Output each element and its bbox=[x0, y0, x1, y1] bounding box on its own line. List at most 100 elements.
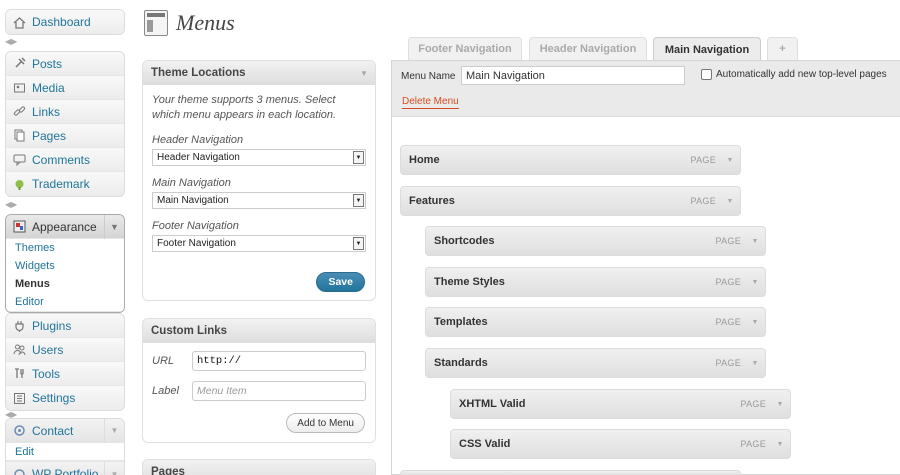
sidebar-item-appearance[interactable]: Appearance ▼ bbox=[6, 215, 124, 239]
tab-header-navigation[interactable]: Header Navigation bbox=[529, 37, 647, 60]
sidebar-item-users[interactable]: Users bbox=[6, 338, 124, 362]
menu-item-features[interactable]: Features PAGE ▼ bbox=[400, 186, 741, 216]
menu-item-title: Home bbox=[409, 154, 440, 166]
menu-item-type: PAGE bbox=[690, 196, 716, 206]
users-icon bbox=[12, 343, 26, 357]
menu-item-title: Standards bbox=[434, 357, 488, 369]
comment-icon bbox=[12, 153, 26, 167]
chevron-down-icon[interactable]: ▼ bbox=[353, 61, 375, 85]
submenu-item-themes[interactable]: Themes bbox=[6, 239, 124, 257]
submenu-item-editor[interactable]: Editor bbox=[6, 293, 124, 311]
save-button[interactable]: Save bbox=[316, 272, 365, 292]
trademark-icon bbox=[12, 177, 26, 191]
label-label: Label bbox=[152, 385, 179, 397]
menu-name-label: Menu Name bbox=[401, 71, 456, 82]
sidebar-item-label: Pages bbox=[32, 128, 67, 143]
chevron-down-icon[interactable]: ▼ bbox=[745, 227, 765, 255]
chevron-down-icon[interactable]: ▼ bbox=[353, 151, 364, 164]
menu-item-title: Theme Styles bbox=[434, 276, 505, 288]
chevron-down-icon[interactable]: ▼ bbox=[745, 308, 765, 336]
tab-footer-navigation[interactable]: Footer Navigation bbox=[408, 37, 522, 60]
delete-menu-link[interactable]: Delete Menu bbox=[402, 96, 459, 109]
sidebar-item-label: Trademark bbox=[32, 177, 90, 191]
select-value: Footer Navigation bbox=[157, 238, 236, 249]
sidebar-item-links[interactable]: Links bbox=[6, 100, 124, 124]
sidebar-item-tools[interactable]: Tools bbox=[6, 362, 124, 386]
chevron-down-icon[interactable]: ▼ bbox=[745, 268, 765, 296]
theme-locations-body: Your theme supports 3 menus. Select whic… bbox=[143, 85, 375, 260]
sidebar-item-trademark[interactable]: Trademark bbox=[6, 172, 124, 196]
box-title: Custom Links bbox=[151, 324, 228, 337]
chevron-down-icon[interactable]: ▼ bbox=[104, 462, 124, 475]
nav-group-dashboard: Dashboard bbox=[5, 9, 125, 35]
menu-item-type: PAGE bbox=[715, 317, 741, 327]
location-label-main: Main Navigation bbox=[152, 177, 231, 189]
nav-group-appearance: Appearance ▼ Themes Widgets Menus Editor bbox=[5, 214, 125, 313]
sidebar-item-wp-portfolio[interactable]: WP Portfolio ▼ bbox=[6, 462, 124, 475]
auto-add-option[interactable]: Automatically add new top-level pages bbox=[701, 69, 887, 80]
submenu-item-widgets[interactable]: Widgets bbox=[6, 257, 124, 275]
location-select-footer[interactable]: Footer Navigation ▼ bbox=[152, 235, 366, 252]
chevron-down-icon[interactable]: ▼ bbox=[104, 215, 124, 239]
sidebar-item-comments[interactable]: Comments bbox=[6, 148, 124, 172]
menu-item-home[interactable]: Home PAGE ▼ bbox=[400, 145, 741, 175]
menu-item-css-valid[interactable]: CSS Valid PAGE ▼ bbox=[450, 429, 791, 459]
sidebar-item-label: Plugins bbox=[32, 318, 72, 333]
location-label-footer: Footer Navigation bbox=[152, 220, 239, 232]
menu-item-type: PAGE bbox=[740, 439, 766, 449]
chevron-down-icon[interactable]: ▼ bbox=[720, 187, 740, 215]
menu-name-input[interactable]: Main Navigation bbox=[461, 66, 685, 85]
page-title: Menus bbox=[176, 10, 235, 35]
sidebar-item-posts[interactable]: Posts bbox=[6, 52, 124, 76]
page-header: Menus bbox=[144, 8, 235, 38]
menu-item-theme-styles[interactable]: Theme Styles PAGE ▼ bbox=[425, 267, 766, 297]
chevron-down-icon[interactable]: ▼ bbox=[770, 430, 790, 458]
menu-item-type: PAGE bbox=[715, 358, 741, 368]
auto-add-checkbox[interactable] bbox=[701, 69, 712, 80]
collapse-separator[interactable]: ◀▶ bbox=[5, 37, 17, 46]
sidebar-item-media[interactable]: Media bbox=[6, 76, 124, 100]
chevron-down-icon[interactable]: ▼ bbox=[745, 349, 765, 377]
custom-links-box: Custom Links URL http:// Label Menu Item… bbox=[142, 318, 376, 443]
tools-icon bbox=[12, 367, 26, 381]
menu-item-xhtml-valid[interactable]: XHTML Valid PAGE ▼ bbox=[450, 389, 791, 419]
url-input[interactable]: http:// bbox=[192, 351, 366, 371]
sidebar-item-settings[interactable]: Settings bbox=[6, 386, 124, 410]
collapse-separator[interactable]: ◀▶ bbox=[5, 200, 17, 209]
menu-item-shortcodes[interactable]: Shortcodes PAGE ▼ bbox=[425, 226, 766, 256]
box-title: Theme Locations bbox=[151, 66, 246, 79]
sidebar-item-pages[interactable]: Pages bbox=[6, 124, 124, 148]
submenu-item-menus[interactable]: Menus bbox=[6, 275, 124, 293]
chevron-down-icon[interactable]: ▼ bbox=[353, 194, 364, 207]
chevron-down-icon[interactable]: ▼ bbox=[104, 419, 124, 443]
appearance-icon bbox=[12, 220, 26, 234]
menu-item-partial[interactable] bbox=[400, 470, 741, 475]
location-select-header[interactable]: Header Navigation ▼ bbox=[152, 149, 366, 166]
sidebar-item-plugins[interactable]: Plugins bbox=[6, 314, 124, 338]
submenu-item-edit[interactable]: Edit bbox=[6, 443, 124, 461]
menus-page-icon bbox=[144, 10, 168, 36]
menu-item-type: PAGE bbox=[715, 236, 741, 246]
menu-item-standards[interactable]: Standards PAGE ▼ bbox=[425, 348, 766, 378]
chevron-down-icon[interactable]: ▼ bbox=[770, 390, 790, 418]
label-input[interactable]: Menu Item bbox=[192, 381, 366, 401]
custom-links-header[interactable]: Custom Links bbox=[143, 319, 375, 343]
tab-add-menu[interactable]: + bbox=[767, 37, 798, 60]
pages-header[interactable]: Pages bbox=[143, 460, 375, 475]
tab-main-navigation[interactable]: Main Navigation bbox=[653, 37, 761, 61]
add-to-menu-button[interactable]: Add to Menu bbox=[286, 413, 365, 433]
chevron-down-icon[interactable]: ▼ bbox=[353, 237, 364, 250]
chevron-down-icon[interactable]: ▼ bbox=[720, 146, 740, 174]
settings-icon bbox=[12, 391, 26, 405]
menu-item-templates[interactable]: Templates PAGE ▼ bbox=[425, 307, 766, 337]
location-select-main[interactable]: Main Navigation ▼ bbox=[152, 192, 366, 209]
theme-locations-header[interactable]: Theme Locations ▼ bbox=[143, 61, 375, 85]
select-value: Header Navigation bbox=[157, 152, 240, 163]
nav-group-content: Posts Media Links Pages Comments Tradema… bbox=[5, 51, 125, 197]
sidebar-item-contact[interactable]: Contact ▼ bbox=[6, 419, 124, 443]
box-title: Pages bbox=[151, 465, 185, 475]
url-label: URL bbox=[152, 355, 175, 367]
admin-sidebar: Dashboard ◀▶ Posts Media Links Pages Com… bbox=[0, 0, 132, 475]
menu-item-title: CSS Valid bbox=[459, 438, 511, 450]
sidebar-item-dashboard[interactable]: Dashboard bbox=[6, 10, 124, 34]
